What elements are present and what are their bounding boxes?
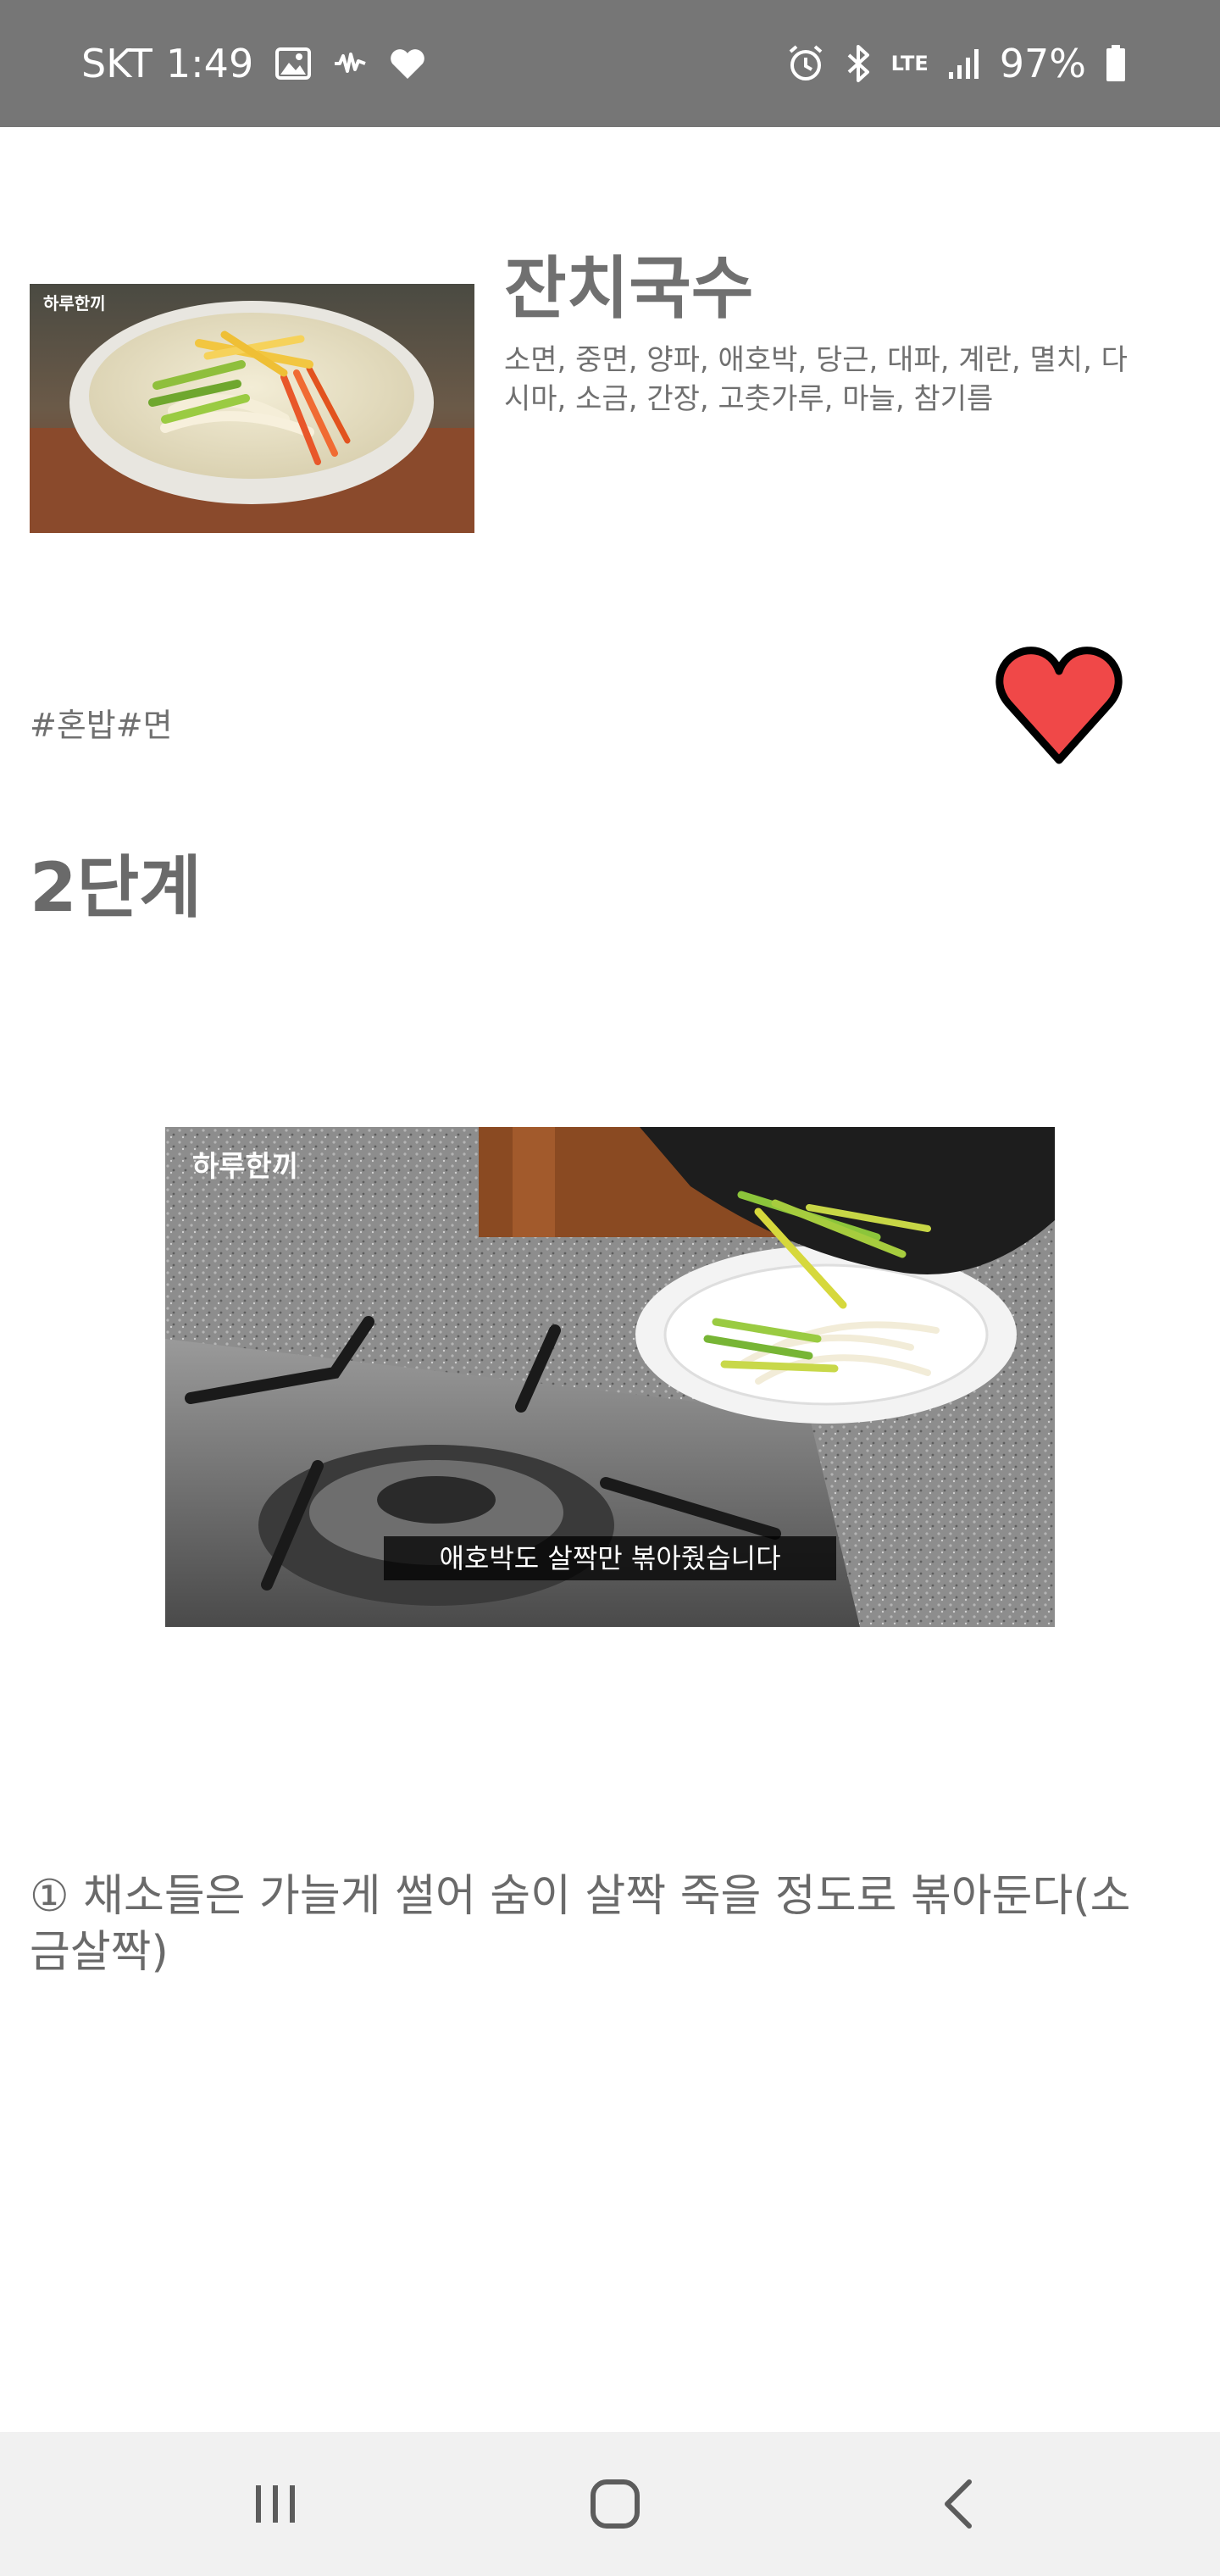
recent-apps-button[interactable] <box>233 2462 318 2546</box>
step-title: 2단계 <box>30 848 202 927</box>
home-icon <box>591 2479 640 2529</box>
image-icon <box>275 47 312 80</box>
status-bar-left: SKT 1:49 <box>81 0 426 127</box>
activity-icon <box>333 51 367 76</box>
status-bar-right: LTE 97% <box>786 0 1127 127</box>
ingredient-list: 소면, 중면, 양파, 애호박, 당근, 대파, 계란, 멸치, 다시마, 소금… <box>504 343 1128 416</box>
alarm-icon <box>786 44 825 83</box>
navigation-bar <box>0 2432 1220 2576</box>
recipe-thumbnail[interactable]: 하루한끼 <box>30 284 474 533</box>
step-image: 하루한끼 애호박도 살짝만 볶아줬습니다 <box>165 1127 1055 1627</box>
home-button[interactable] <box>573 2462 657 2546</box>
step-instruction: ① 채소들은 가늘게 썰어 숨이 살짝 죽을 정도로 볶아둔다(소금살짝) <box>30 1871 1131 1978</box>
signal-icon <box>947 47 981 80</box>
battery-percent: 97% <box>999 41 1086 86</box>
carrier-label: SKT <box>81 41 152 86</box>
heart-small-icon <box>389 47 426 80</box>
thumbnail-watermark: 하루한끼 <box>43 293 106 314</box>
step-image-watermark: 하루한끼 <box>192 1150 298 1184</box>
favorite-heart-icon[interactable] <box>991 637 1127 773</box>
recipe-tags: #혼밥#면 <box>30 707 173 744</box>
recent-apps-icon <box>256 2485 295 2523</box>
status-bar: SKT 1:49 LTE 97% <box>0 0 1220 127</box>
bluetooth-icon <box>844 44 873 83</box>
time-label: 1:49 <box>165 41 254 86</box>
back-icon <box>945 2479 972 2529</box>
back-button[interactable] <box>915 2462 1000 2546</box>
recipe-title: 잔치국수 <box>504 249 754 328</box>
battery-icon <box>1105 45 1127 82</box>
step-image-caption: 애호박도 살짝만 볶아줬습니다 <box>439 1542 780 1574</box>
lte-indicator: LTE <box>890 52 929 75</box>
